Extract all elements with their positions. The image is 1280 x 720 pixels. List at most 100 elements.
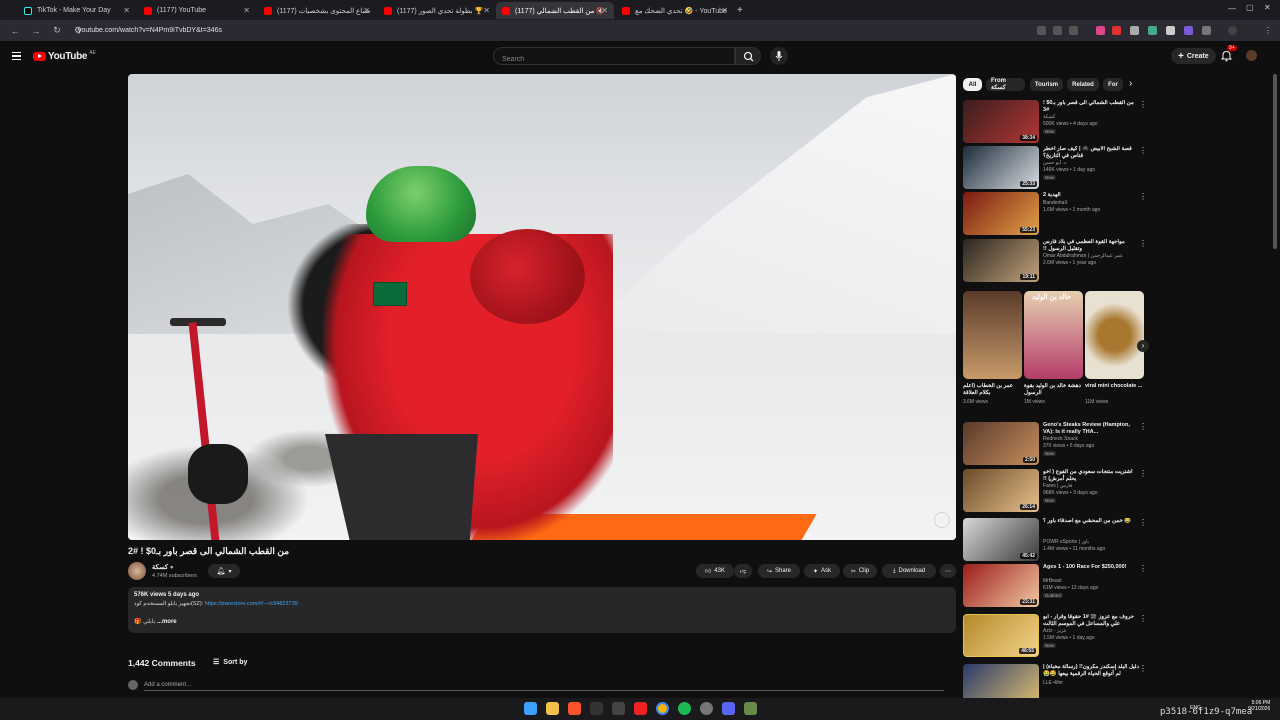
hamburger-menu-icon[interactable] xyxy=(12,52,21,60)
dislike-button[interactable]: 👎︎ xyxy=(734,564,752,578)
close-tab-icon[interactable]: ✕ xyxy=(721,6,728,15)
browser-menu-icon[interactable]: ⋮ xyxy=(1264,26,1273,35)
video-thumbnail: 55:23 xyxy=(963,192,1039,235)
clip-button[interactable]: ✂ Clip xyxy=(843,564,877,578)
recommended-video[interactable]: 26:14 اشتريت منتجات سعودي من الفوج ( اخو… xyxy=(963,469,1148,513)
profile-icon[interactable] xyxy=(1228,26,1237,35)
back-icon[interactable]: ← xyxy=(9,26,21,36)
extension-icon[interactable] xyxy=(1184,26,1193,35)
download-button[interactable]: ⤓ Download xyxy=(882,564,936,578)
search-button[interactable] xyxy=(735,47,761,65)
more-options-icon[interactable]: ⋮ xyxy=(1139,518,1147,527)
close-tab-icon[interactable]: ✕ xyxy=(123,6,130,15)
more-options-icon[interactable]: ⋮ xyxy=(1139,469,1147,478)
extensions-puzzle-icon[interactable] xyxy=(1202,26,1211,35)
recommended-video[interactable]: 19:11 مواجهة القوة العظمى في بلاد فارس و… xyxy=(963,239,1148,283)
chip-related[interactable]: Related xyxy=(1067,78,1099,91)
chevron-right-icon[interactable]: › xyxy=(1129,78,1132,89)
url-field[interactable]: youtube.com/watch?v=N4Pm9iTvbDY&t=346s xyxy=(78,27,222,34)
more-options-icon[interactable]: ⋮ xyxy=(1139,146,1147,155)
more-options-icon[interactable]: ⋮ xyxy=(1139,100,1147,109)
browser-tab[interactable]: (1177) صناع المحتوى بشخصيات ✕ xyxy=(258,2,376,19)
recommended-video[interactable]: 25:33 قصة الشبح الأبيض 🕷️ | كيف صار أخطر… xyxy=(963,146,1148,190)
channel-avatar[interactable] xyxy=(128,562,146,580)
chip-tourism[interactable]: Tourism xyxy=(1030,78,1063,91)
extension-icon[interactable] xyxy=(1130,26,1139,35)
more-options-icon[interactable]: ⋮ xyxy=(1139,664,1147,673)
more-options-icon[interactable]: ⋮ xyxy=(1139,192,1147,201)
chip-from-channel[interactable]: From كسكة xyxy=(986,78,1025,91)
ask-button[interactable]: ✦ Ask xyxy=(804,564,840,578)
new-badge: New xyxy=(1043,451,1057,456)
brave-browser-icon[interactable] xyxy=(568,702,581,715)
windows-start-icon[interactable] xyxy=(524,702,537,715)
file-explorer-icon[interactable] xyxy=(546,702,559,715)
more-actions-button[interactable]: ⋯ xyxy=(940,564,956,578)
share-button[interactable]: ↪ Share xyxy=(758,564,800,578)
maximize-icon[interactable]: ▢ xyxy=(1246,3,1254,12)
account-avatar[interactable] xyxy=(1246,50,1257,61)
extension-icon[interactable] xyxy=(1166,26,1175,35)
add-comment-input[interactable]: Add a comment... xyxy=(144,682,944,691)
reload-icon[interactable]: ↻ xyxy=(51,25,63,36)
cast-icon[interactable] xyxy=(1053,26,1062,35)
close-tab-icon[interactable]: ✕ xyxy=(601,6,608,15)
forward-icon[interactable]: → xyxy=(30,26,42,36)
page-scrollbar[interactable] xyxy=(1273,74,1277,249)
recommended-video[interactable]: 2:50 Geno's Steaks Review (Hampton, VA):… xyxy=(963,422,1148,466)
create-button[interactable]: + Create xyxy=(1171,48,1216,64)
voice-search-button[interactable] xyxy=(770,47,788,65)
chip-all[interactable]: All xyxy=(963,78,982,91)
extension-icon[interactable] xyxy=(1112,26,1121,35)
shorts-next-icon[interactable]: › xyxy=(1137,340,1149,352)
like-button[interactable]: 👍︎ 43K xyxy=(696,564,734,578)
short-video[interactable]: عمر بن الخطاب (اعلم بكلام العلاقة 3.6M v… xyxy=(963,291,1022,405)
more-options-icon[interactable]: ⋮ xyxy=(1139,564,1147,573)
short-video[interactable]: viral mini chocolate ... 11M views xyxy=(1085,291,1144,405)
close-window-icon[interactable]: ✕ xyxy=(1264,3,1271,12)
description-link[interactable]: https://pwnrstore.com/#/—/c94823739 xyxy=(205,601,298,607)
more-options-icon[interactable]: ⋮ xyxy=(1139,614,1147,623)
recommended-video[interactable]: 55:23 الهدية 2 BanderitaX 1.6M views • 1… xyxy=(963,192,1148,236)
github-icon[interactable] xyxy=(700,702,713,715)
subscribed-bell-button[interactable]: 🔔︎ ▾ xyxy=(208,564,240,578)
close-tab-icon[interactable]: ✕ xyxy=(363,6,370,15)
youtube-logo[interactable]: YouTube AE xyxy=(33,50,96,62)
bookmark-star-icon[interactable] xyxy=(1069,26,1078,35)
app-icon[interactable] xyxy=(590,702,603,715)
app-icon[interactable] xyxy=(612,702,625,715)
browser-tab[interactable]: (1177) بطولة تحدي الصور 🏆 ✕ xyxy=(378,2,496,19)
zoom-icon[interactable] xyxy=(1037,26,1046,35)
video-description[interactable]: 576K views 5 days ago تجهيز بابلو المستخ… xyxy=(128,587,956,633)
browser-tab-active[interactable]: (1177) من القطب الشمالي 🔇 ✕ xyxy=(496,2,614,19)
recommended-video[interactable]: 48:55 حروف مع عزوز 🎬 #1 حقوقا وقرار - اب… xyxy=(963,614,1148,658)
browser-tab[interactable]: (1177) YouTube ✕ xyxy=(138,2,256,19)
recommended-video[interactable]: 38:34 من القطب الشمالي الى قصر باور بـ0$… xyxy=(963,100,1148,144)
channel-watermark-icon[interactable] xyxy=(934,512,950,528)
discord-icon[interactable] xyxy=(722,702,735,715)
spotify-icon[interactable] xyxy=(678,702,691,715)
search-input[interactable] xyxy=(502,51,722,68)
new-tab-button[interactable]: + xyxy=(734,2,748,19)
channel-name[interactable]: كسكة ● xyxy=(152,563,174,571)
recommended-video[interactable]: دليل البلد إسكندر مكرون!! (رسالة مخبأة) … xyxy=(963,664,1148,698)
browser-tab[interactable]: تحدي الضحك مع 🤣 - YouTube ✕ xyxy=(616,2,734,19)
more-options-icon[interactable]: ⋮ xyxy=(1139,422,1147,431)
browser-tab[interactable]: TikTok - Make Your Day ✕ xyxy=(18,2,136,19)
chrome-icon[interactable] xyxy=(656,702,669,715)
video-player[interactable] xyxy=(128,74,956,540)
sort-comments-button[interactable]: ☰ Sort by xyxy=(213,658,247,667)
chip-for[interactable]: For xyxy=(1103,78,1123,91)
recommended-video[interactable]: 45:42 😂 خمن من المحشي مع اصدقاء باور ؟ P… xyxy=(963,518,1148,562)
extension-icon[interactable] xyxy=(1096,26,1105,35)
show-more-button[interactable]: 🎁 بابلي ...more xyxy=(134,618,177,625)
close-tab-icon[interactable]: ✕ xyxy=(243,6,250,15)
app-icon[interactable] xyxy=(744,702,757,715)
minimize-icon[interactable]: — xyxy=(1228,4,1236,13)
short-video[interactable]: خالد بن الوليد دهشة خالد بن الوليد بقوة … xyxy=(1024,291,1083,405)
app-icon[interactable] xyxy=(634,702,647,715)
close-tab-icon[interactable]: ✕ xyxy=(483,6,490,15)
more-options-icon[interactable]: ⋮ xyxy=(1139,239,1147,248)
recommended-video[interactable]: 23:31 Ages 1 - 100 Race For $250,000! Mr… xyxy=(963,564,1148,608)
extension-icon[interactable] xyxy=(1148,26,1157,35)
